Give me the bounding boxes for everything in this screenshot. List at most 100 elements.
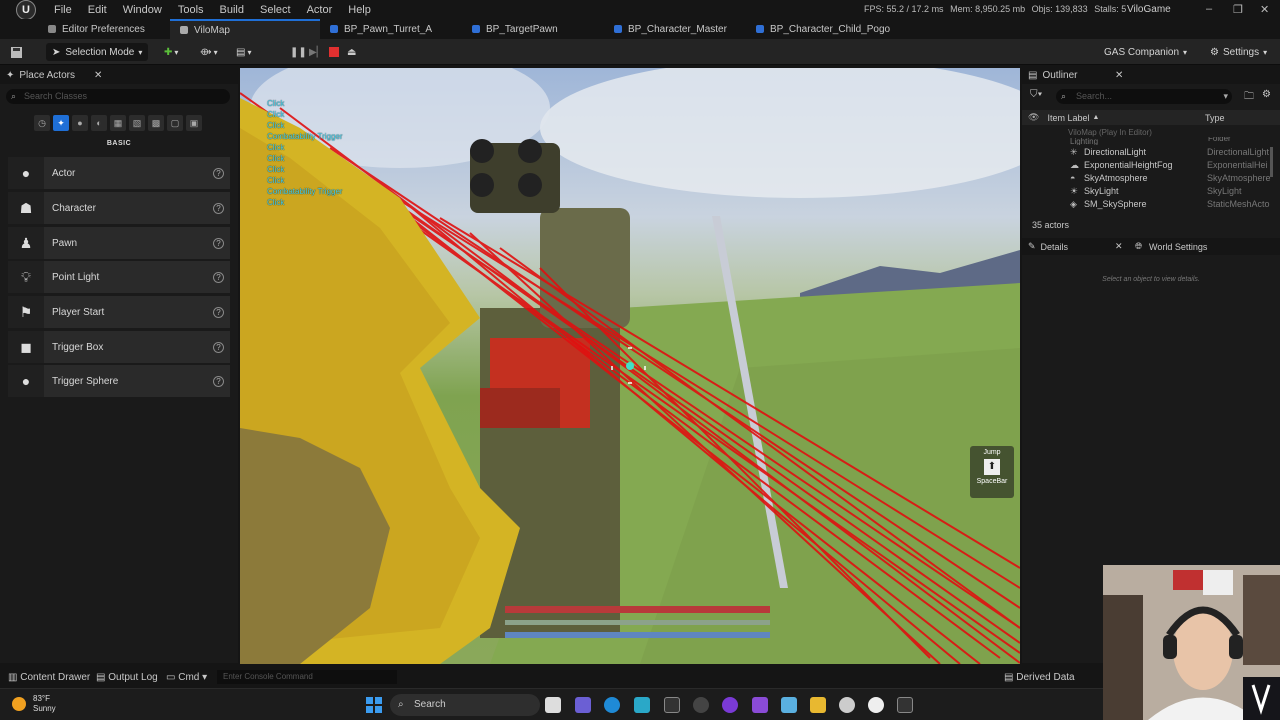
- outliner-row[interactable]: ☀ SkyLight SkyLight: [1022, 186, 1280, 199]
- gear-icon[interactable]: ⚙: [1262, 89, 1271, 100]
- add-folder-icon[interactable]: 🗀︎: [1244, 89, 1254, 106]
- settings-button[interactable]: ⚙ Settings ▾: [1210, 43, 1267, 61]
- derived-data-button[interactable]: ▤ Derived Data: [1004, 672, 1075, 683]
- app-icon[interactable]: [634, 697, 650, 713]
- menu-select[interactable]: Select: [252, 4, 299, 16]
- actor-item-character[interactable]: ☗ Character ?: [8, 192, 230, 224]
- windows-start-icon[interactable]: [366, 697, 382, 713]
- step-icon[interactable]: ▶▏: [309, 43, 324, 61]
- output-log-button[interactable]: ▤ Output Log: [96, 672, 158, 683]
- epic-games-icon[interactable]: [664, 697, 680, 713]
- cmd-dropdown[interactable]: ▭ Cmd ▾: [166, 672, 207, 683]
- minimize-button[interactable]: –: [1206, 3, 1212, 15]
- help-icon[interactable]: ?: [213, 202, 224, 214]
- cinematic-icon[interactable]: ▢: [167, 115, 183, 131]
- all-classes-icon[interactable]: ▩: [148, 115, 164, 131]
- cinematics-icon[interactable]: ▤ ▾: [236, 43, 251, 61]
- help-icon[interactable]: ?: [213, 306, 224, 318]
- file-explorer-icon[interactable]: [810, 697, 826, 713]
- actor-item-trigger-box[interactable]: ◼ Trigger Box ?: [8, 331, 230, 363]
- taskbar-search-box[interactable]: ⌕ Search: [390, 694, 540, 716]
- ms-stat: 17.2 ms: [911, 4, 944, 14]
- app-icon[interactable]: [781, 697, 797, 713]
- actor-item-actor[interactable]: ● Actor ?: [8, 157, 230, 189]
- streamer-webcam-image: [1103, 565, 1280, 720]
- task-view-icon[interactable]: [545, 697, 561, 713]
- tab-bp-targetpawn[interactable]: BP_TargetPawn: [462, 19, 604, 39]
- tab-world-settings[interactable]: World Settings: [1149, 242, 1207, 252]
- weather-widget[interactable]: 83°F Sunny: [33, 694, 56, 714]
- menu-build[interactable]: Build: [212, 4, 252, 16]
- menu-help[interactable]: Help: [340, 4, 379, 16]
- console-command-input[interactable]: Enter Console Command: [217, 670, 397, 684]
- help-icon[interactable]: ?: [213, 271, 224, 283]
- tab-editor-preferences[interactable]: Editor Preferences: [0, 19, 170, 39]
- volumes-icon[interactable]: ▧: [129, 115, 145, 131]
- actor-item-player-start[interactable]: ⚑ Player Start ?: [8, 296, 230, 328]
- epic-games-icon[interactable]: [897, 697, 913, 713]
- blueprint-icon: [330, 25, 338, 33]
- menu-tools[interactable]: Tools: [170, 4, 212, 16]
- actor-item-point-light[interactable]: 💡︎ Point Light ?: [8, 261, 230, 293]
- column-type[interactable]: Type: [1205, 113, 1225, 123]
- actor-item-pawn[interactable]: ♟ Pawn ?: [8, 227, 230, 259]
- menu-edit[interactable]: Edit: [80, 4, 115, 16]
- outliner-scrollbar[interactable]: [1270, 147, 1273, 177]
- title-bar: U File Edit Window Tools Build Select Ac…: [0, 0, 1280, 20]
- help-icon[interactable]: ?: [213, 375, 224, 387]
- gas-companion-button[interactable]: GAS Companion ▾: [1104, 43, 1187, 61]
- recent-icon[interactable]: ◷: [34, 115, 50, 131]
- eject-icon[interactable]: ⏏: [347, 43, 356, 61]
- lights-category-icon[interactable]: ●: [72, 115, 88, 131]
- help-icon[interactable]: ?: [213, 237, 224, 249]
- menu-file[interactable]: File: [46, 4, 80, 16]
- app-icon[interactable]: [722, 697, 738, 713]
- save-icon[interactable]: [10, 43, 23, 61]
- basic-category-icon[interactable]: ✦: [53, 115, 69, 131]
- tab-bp-pawn-turret[interactable]: BP_Pawn_Turret_A: [320, 19, 462, 39]
- unreal-icon[interactable]: [839, 697, 855, 713]
- close-window-button[interactable]: ✕: [1260, 3, 1269, 16]
- visual-effects-icon[interactable]: ▦: [110, 115, 126, 131]
- outliner-search-input[interactable]: ⌕ Search... ▾: [1056, 89, 1232, 104]
- menu-window[interactable]: Window: [115, 4, 170, 16]
- help-icon[interactable]: ?: [213, 341, 224, 353]
- add-content-icon[interactable]: ✚ ▾: [164, 43, 178, 61]
- unreal-editor-icon[interactable]: [868, 697, 884, 713]
- content-drawer-button[interactable]: ▥ Content Drawer: [8, 672, 90, 683]
- tab-vilomap[interactable]: ViloMap: [170, 19, 320, 39]
- tab-details[interactable]: Details: [1041, 242, 1069, 252]
- data-icon: ▤: [1004, 671, 1014, 683]
- column-item-label[interactable]: Item Label: [1047, 113, 1089, 123]
- more-categories-icon[interactable]: ▣: [186, 115, 202, 131]
- search-classes-input[interactable]: ⌕ Search Classes: [6, 89, 230, 104]
- tab-bp-character-master[interactable]: BP_Character_Master: [604, 19, 746, 39]
- outliner-row[interactable]: ✳ DirectionalLight DirectionalLight: [1022, 147, 1280, 160]
- visual-studio-icon[interactable]: [752, 697, 768, 713]
- unreal-logo-icon[interactable]: U: [16, 0, 36, 20]
- close-details-icon[interactable]: ✕: [1115, 241, 1123, 252]
- game-viewport[interactable]: Click Click Click Combatability Trigger …: [240, 68, 1020, 664]
- selection-mode-dropdown[interactable]: ➤ Selection Mode ▾: [46, 43, 149, 61]
- outliner-row[interactable]: ☁ ExponentialHeightFog ExponentialHei: [1022, 160, 1280, 173]
- up-arrow-icon: ⬆: [984, 459, 1000, 475]
- outliner-row[interactable]: ◈ SM_SkySphere StaticMeshActo: [1022, 199, 1280, 212]
- outliner-row[interactable]: ◓ SkyAtmosphere SkyAtmosphere: [1022, 173, 1280, 186]
- shapes-category-icon[interactable]: ◐: [91, 115, 107, 131]
- visibility-icon[interactable]: 👁︎: [1028, 112, 1039, 123]
- stop-icon[interactable]: [329, 43, 339, 61]
- close-outliner-icon[interactable]: ✕: [1115, 70, 1123, 81]
- edge-icon[interactable]: [604, 697, 620, 713]
- restore-button[interactable]: ❐: [1233, 3, 1243, 16]
- actor-item-trigger-sphere[interactable]: ● Trigger Sphere ?: [8, 365, 230, 397]
- blueprint-menu-icon[interactable]: ⟴ ▾: [200, 43, 218, 61]
- help-icon[interactable]: ?: [213, 167, 224, 179]
- teams-icon[interactable]: [575, 697, 591, 713]
- menu-actor[interactable]: Actor: [299, 4, 341, 16]
- pause-icon[interactable]: ❚❚: [290, 43, 307, 61]
- tab-bp-character-child-pogo[interactable]: BP_Character_Child_Pogo: [746, 19, 906, 39]
- close-panel-icon[interactable]: ✕: [94, 70, 102, 81]
- outliner-folder-row[interactable]: Lighting Folder: [1022, 137, 1280, 145]
- obs-icon[interactable]: [693, 697, 709, 713]
- filter-icon[interactable]: ⛉▾: [1030, 89, 1042, 100]
